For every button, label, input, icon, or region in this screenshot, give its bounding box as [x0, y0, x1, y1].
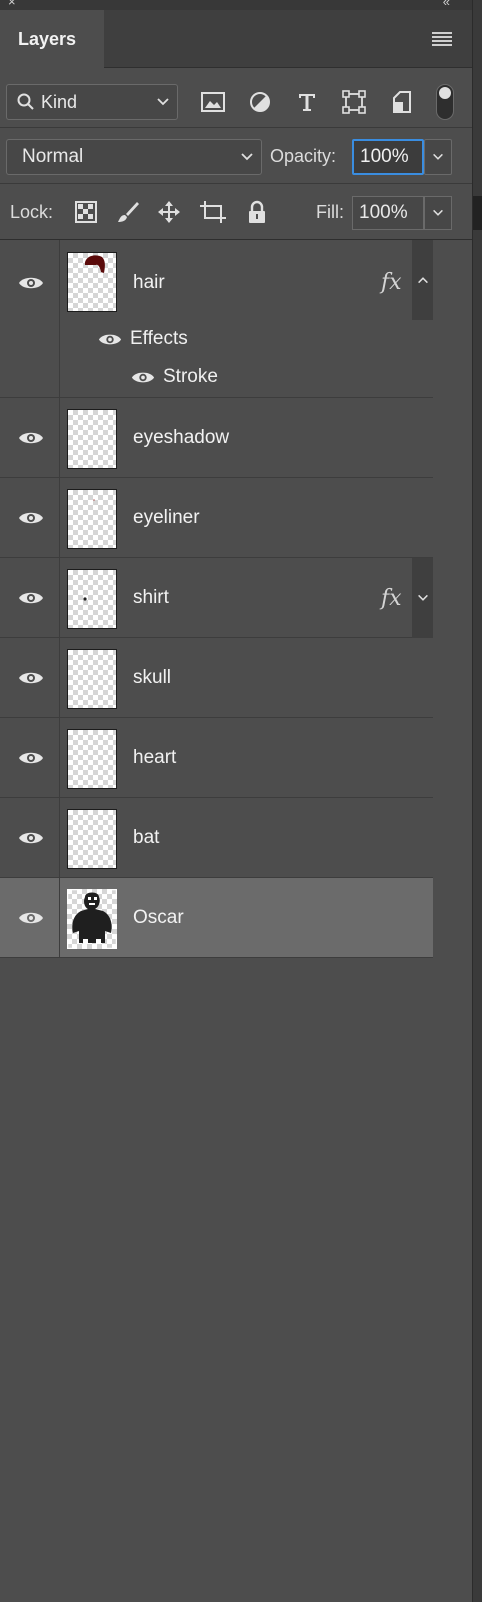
eye-icon[interactable]: [18, 430, 44, 446]
fx-icon[interactable]: fx: [381, 270, 402, 295]
effects-group[interactable]: Effects: [98, 328, 188, 350]
eye-icon[interactable]: [18, 750, 44, 766]
layer-thumbnail: [67, 569, 117, 629]
fill-label: Fill:: [316, 202, 344, 222]
filter-kind-label: Kind: [41, 91, 78, 112]
eye-icon[interactable]: [18, 275, 44, 291]
layer-thumbnail: [67, 729, 117, 789]
blend-row: Normal Opacity: 100%: [0, 128, 472, 184]
lock-all-icon[interactable]: [243, 198, 271, 226]
expand-effects-button[interactable]: [412, 558, 433, 638]
lock-artboard-icon[interactable]: [199, 198, 227, 226]
panel-tab-row: Layers: [0, 10, 472, 68]
fill-input[interactable]: 100%: [352, 196, 424, 230]
layer-thumbnail: [67, 889, 117, 949]
layer-row-skull[interactable]: skull: [0, 638, 433, 718]
eye-icon[interactable]: [18, 830, 44, 846]
lock-image-pixels-icon[interactable]: [114, 198, 142, 226]
panel-menu-icon[interactable]: [432, 32, 452, 46]
chevron-down-icon: [239, 149, 255, 165]
stroke-label: Stroke: [163, 366, 218, 387]
opacity-label: Opacity:: [270, 146, 337, 166]
layers-list: hair fx Effects Stroke eyeshadow eyeline…: [0, 240, 433, 958]
layers-panel: × « Layers Kind Normal Opacity: 100% Loc…: [0, 0, 472, 1602]
lock-transparent-pixels-icon[interactable]: [72, 198, 100, 226]
adjustment-filter-icon[interactable]: [246, 88, 274, 116]
filter-toggle[interactable]: [436, 84, 454, 120]
layer-row-shirt[interactable]: shirt fx: [0, 558, 433, 638]
eye-icon[interactable]: [98, 332, 122, 347]
fx-icon[interactable]: fx: [381, 586, 402, 611]
layer-thumbnail: [67, 649, 117, 709]
effects-label: Effects: [130, 328, 188, 349]
visibility-column: [0, 240, 60, 397]
fill-dropdown-button[interactable]: [424, 196, 452, 230]
layer-name: heart: [133, 747, 177, 768]
layer-row-heart[interactable]: heart: [0, 718, 433, 798]
lock-row: Lock: Fill: 100%: [0, 184, 472, 240]
opacity-input[interactable]: 100%: [352, 139, 424, 175]
layer-name: bat: [133, 827, 160, 848]
chevron-down-icon: [155, 94, 171, 110]
smart-object-filter-icon[interactable]: [388, 88, 416, 116]
layer-row-eyeshadow[interactable]: eyeshadow: [0, 398, 433, 478]
eye-icon[interactable]: [18, 510, 44, 526]
eye-icon[interactable]: [18, 670, 44, 686]
layer-thumbnail: [67, 409, 117, 469]
blend-mode-select[interactable]: Normal: [6, 139, 262, 175]
collapse-icon[interactable]: «: [443, 0, 450, 9]
close-icon[interactable]: ×: [8, 0, 16, 9]
collapse-effects-button[interactable]: [412, 240, 433, 320]
blend-mode-value: Normal: [22, 146, 84, 167]
eye-icon[interactable]: [131, 370, 155, 385]
chevron-down-icon: [433, 153, 443, 160]
layer-row-hair[interactable]: hair fx Effects Stroke: [0, 240, 433, 398]
adjacent-panel-edge: [472, 0, 482, 1602]
chevron-down-icon: [433, 209, 443, 216]
type-filter-icon[interactable]: [293, 88, 321, 116]
tab-layers[interactable]: Layers: [0, 10, 104, 68]
stroke-effect[interactable]: Stroke: [131, 366, 218, 388]
panel-top-bar: × «: [0, 0, 472, 10]
filter-kind-select[interactable]: Kind: [6, 84, 178, 120]
layer-row-eyeliner[interactable]: eyeliner: [0, 478, 433, 558]
layer-name: skull: [133, 667, 172, 688]
search-icon: [17, 93, 34, 110]
adjacent-panel-swatch: [473, 196, 482, 230]
layer-name: eyeshadow: [133, 427, 230, 448]
lock-label: Lock:: [10, 202, 54, 222]
chevron-up-icon: [417, 277, 428, 284]
lock-position-icon[interactable]: [155, 198, 183, 226]
layer-row-oscar[interactable]: Oscar: [0, 878, 433, 958]
layer-name: Oscar: [133, 907, 184, 928]
chevron-down-icon: [417, 594, 428, 601]
layer-thumbnail: [67, 489, 117, 549]
layer-thumbnail: [67, 809, 117, 869]
layer-row-bat[interactable]: bat: [0, 798, 433, 878]
image-filter-icon[interactable]: [199, 88, 227, 116]
shape-filter-icon[interactable]: [340, 88, 368, 116]
layer-thumbnail: [67, 252, 117, 312]
filter-row: Kind: [0, 74, 472, 128]
opacity-dropdown-button[interactable]: [424, 139, 452, 175]
eye-icon[interactable]: [18, 590, 44, 606]
layer-name: eyeliner: [133, 507, 200, 528]
layer-name: hair: [133, 272, 165, 293]
eye-icon[interactable]: [18, 910, 44, 926]
layer-name: shirt: [133, 587, 169, 608]
